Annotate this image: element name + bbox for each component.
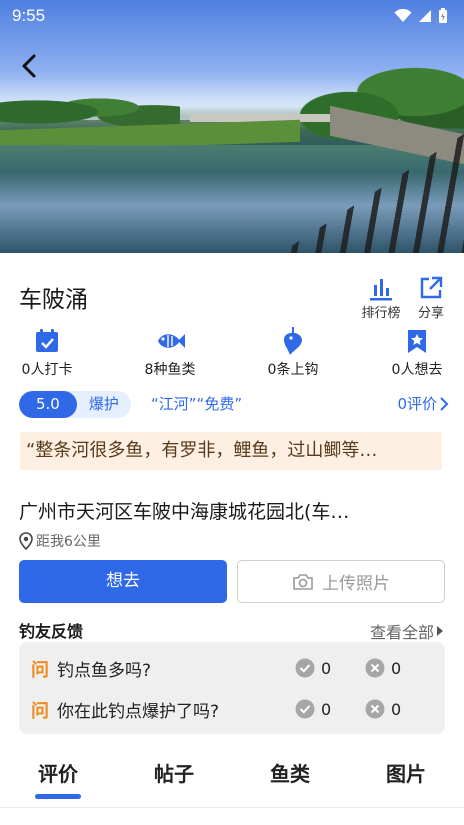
- view-all-label: 查看全部: [369, 623, 434, 642]
- spot-tags: “江河”“免费”: [151, 395, 243, 413]
- leaderboard-button[interactable]: 排行榜: [358, 274, 404, 321]
- yes-vote-button[interactable]: 0: [295, 658, 331, 678]
- question-mark-label: 问: [31, 701, 49, 722]
- share-button[interactable]: 分享: [408, 274, 454, 321]
- cover-photo: [0, 0, 464, 253]
- battery-icon: [439, 8, 447, 23]
- status-icons: [394, 8, 448, 24]
- rating-tag: 爆护: [88, 395, 119, 413]
- stats-row: 0人打卡 8种鱼类 0条上钩 0人想去: [0, 326, 464, 382]
- featured-review[interactable]: “整条河很多鱼，有罗非，鲤鱼，过山鲫等…: [20, 432, 442, 470]
- fish-icon: [158, 334, 185, 348]
- page-title: 车陂涌: [19, 287, 88, 313]
- upload-photo-button[interactable]: 上传照片: [237, 560, 445, 603]
- question-text: 你在此钓点爆护了吗?: [57, 702, 220, 722]
- back-arrow-icon[interactable]: [14, 50, 46, 82]
- address-text[interactable]: 广州市天河区车陂中海康城花园北(车…: [19, 497, 449, 524]
- check-circle-icon: [295, 699, 315, 719]
- status-bar: 9:55: [0, 0, 464, 32]
- chevron-right-icon: [440, 396, 449, 411]
- distance-label: 距我6公里: [36, 534, 101, 550]
- stat-want-to-go[interactable]: 0人想去: [377, 326, 457, 379]
- active-tab-indicator: [35, 794, 81, 799]
- tab-fish[interactable]: 鱼类: [250, 758, 330, 787]
- question-text: 钓点鱼多吗?: [57, 661, 152, 681]
- rating-score: 5.0: [19, 391, 77, 418]
- feedback-title: 钓友反馈: [19, 622, 84, 641]
- yes-count: 0: [321, 658, 332, 678]
- stat-label: 0条上钩: [267, 362, 319, 378]
- stat-checkins[interactable]: 0人打卡: [7, 326, 87, 379]
- calendar-check-icon: [36, 329, 58, 352]
- stat-fish-species[interactable]: 8种鱼类: [130, 326, 210, 379]
- stat-label: 0人想去: [391, 362, 443, 378]
- camera-icon: [293, 573, 313, 590]
- title-row: 车陂涌 排行榜 分享: [0, 270, 464, 325]
- bar-chart-icon: [370, 279, 392, 301]
- distance-info: 距我6公里: [19, 531, 101, 551]
- leaderboard-label: 排行榜: [361, 306, 401, 321]
- feedback-question: 问 钓点鱼多吗? 0 0: [19, 648, 445, 688]
- yes-vote-button[interactable]: 0: [295, 699, 331, 719]
- tab-posts[interactable]: 帖子: [134, 758, 214, 787]
- star-bookmark-icon: [408, 330, 426, 353]
- want-to-go-button[interactable]: 想去: [19, 560, 227, 603]
- hooked-fish-icon: [284, 327, 302, 355]
- caret-right-icon: [437, 626, 443, 636]
- no-count: 0: [391, 658, 402, 678]
- no-vote-button[interactable]: 0: [365, 699, 401, 719]
- x-circle-icon: [365, 699, 385, 719]
- wifi-icon: [394, 9, 412, 22]
- no-vote-button[interactable]: 0: [365, 658, 401, 678]
- reviews-link[interactable]: 0评价: [397, 393, 449, 414]
- question-mark-label: 问: [31, 660, 49, 681]
- view-all-feedback-link[interactable]: 查看全部: [370, 619, 444, 643]
- feedback-panel: 问 钓点鱼多吗? 0 0 问 你在此钓点爆护了吗? 0 0: [19, 642, 445, 734]
- signal-icon: [419, 10, 431, 22]
- stat-label: 0人打卡: [21, 362, 73, 378]
- share-icon: [420, 276, 443, 299]
- stat-catches[interactable]: 0条上钩: [253, 326, 333, 379]
- status-time: 9:55: [12, 6, 46, 25]
- rating-badge: 5.0 爆护: [19, 391, 131, 418]
- no-count: 0: [391, 699, 402, 719]
- location-pin-icon: [19, 532, 33, 550]
- x-circle-icon: [365, 658, 385, 678]
- stat-label: 8种鱼类: [144, 362, 196, 378]
- tab-photos[interactable]: 图片: [366, 758, 446, 787]
- reviews-count: 0评价: [397, 395, 437, 413]
- tab-reviews[interactable]: 评价: [18, 758, 98, 787]
- upload-photo-label: 上传照片: [322, 574, 390, 594]
- content-tabs: 评价 帖子 鱼类 图片: [0, 750, 464, 808]
- share-label: 分享: [417, 306, 444, 321]
- feedback-question: 问 你在此钓点爆护了吗? 0 0: [19, 689, 445, 729]
- yes-count: 0: [321, 699, 332, 719]
- rating-row: 5.0 爆护 “江河”“免费” 0评价: [19, 391, 449, 419]
- check-circle-icon: [295, 658, 315, 678]
